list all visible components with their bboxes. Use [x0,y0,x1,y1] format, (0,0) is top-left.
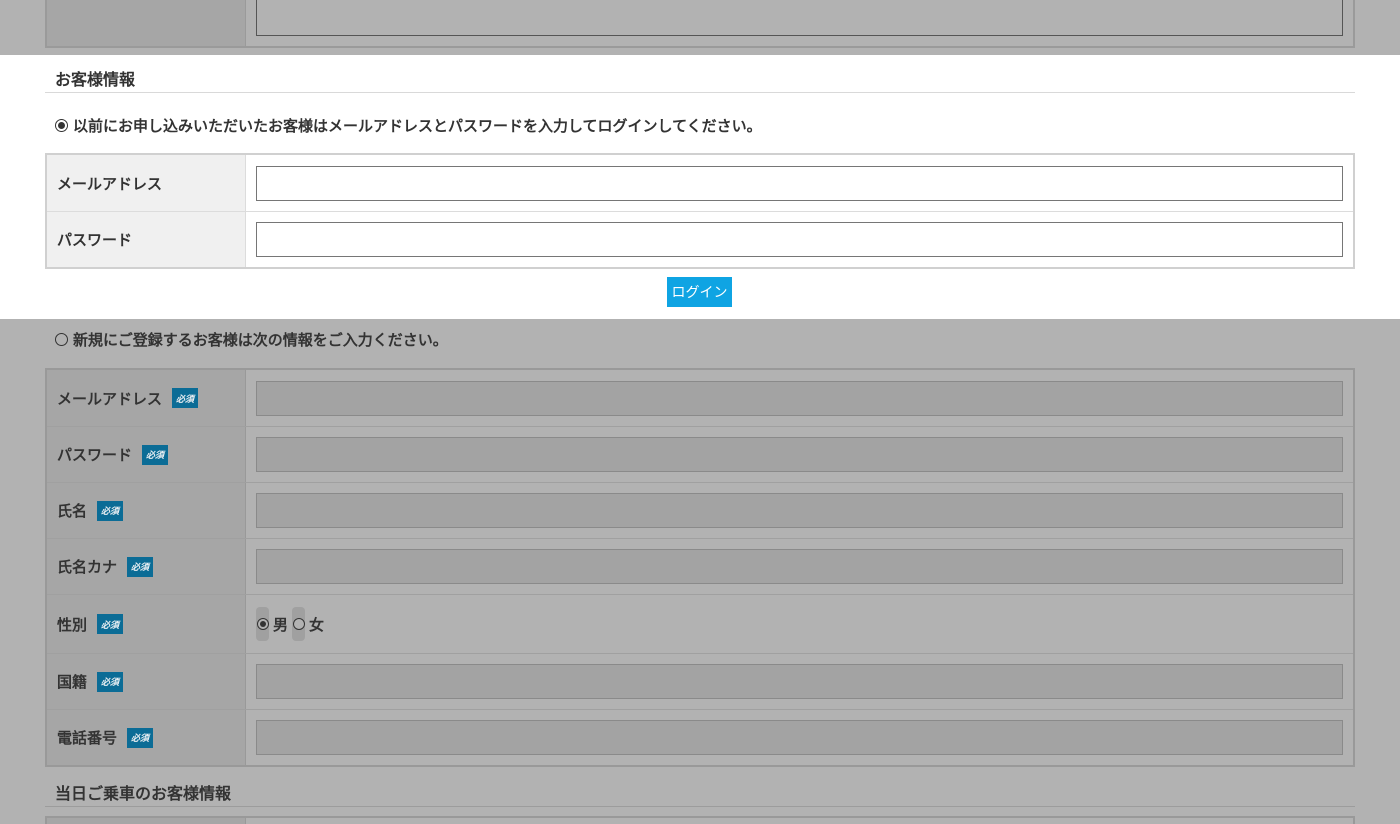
reg-password-row: パスワード 必須 [47,426,1353,482]
reg-name-kana-row: 氏名カナ 必須 [47,538,1353,594]
reg-gender-label: 性別 [57,615,88,634]
login-section: お客様情報 以前にお申し込みいただいたお客様はメールアドレスとパスワードを入力し… [0,55,1400,319]
reg-email-label-cell: メールアドレス 必須 [47,370,246,426]
reg-phone-cell [246,710,1353,765]
customer-info-divider [45,92,1355,93]
reg-email-cell [246,370,1353,426]
reg-name-kana-cell [246,539,1353,594]
reg-name-row: 氏名 必須 [47,482,1353,538]
booking-form-page: お客様情報 以前にお申し込みいただいたお客様はメールアドレスとパスワードを入力し… [0,0,1400,824]
login-password-cell [246,212,1353,267]
passenger-table-header-cell [47,818,246,824]
reg-name-kana-input[interactable] [256,549,1343,584]
reg-phone-label: 電話番号 [57,729,118,747]
reg-phone-label-cell: 電話番号 必須 [47,710,246,765]
login-option[interactable]: 以前にお申し込みいただいたお客様はメールアドレスとパスワードを入力してログインし… [55,115,762,136]
reg-password-label-cell: パスワード 必須 [47,427,246,482]
required-badge: 必須 [127,727,154,748]
reg-name-kana-label-cell: 氏名カナ 必須 [47,539,246,594]
gender-options: 男 女 [256,607,324,641]
required-badge: 必須 [172,388,199,408]
reg-phone-input[interactable] [256,720,1343,755]
reg-nationality-label: 国籍 [57,673,88,691]
login-email-row: メールアドレス [47,155,1353,211]
login-password-row: パスワード [47,211,1353,267]
reg-password-input[interactable] [256,437,1343,472]
register-option-label: 新規にご登録するお客様は次の情報をご入力ください。 [73,331,448,349]
registration-form-table: メールアドレス 必須 パスワード 必須 氏名 必須 氏名カナ 必須 性別 必須 … [45,368,1355,767]
login-option-label: 以前にお申し込みいただいたお客様はメールアドレスとパスワードを入力してログインし… [73,117,762,135]
gender-male-label[interactable]: 男 [273,614,288,635]
required-badge: 必須 [97,671,124,692]
reg-email-row: メールアドレス 必須 [47,370,1353,426]
login-email-cell [246,155,1353,211]
login-option-radio[interactable] [55,119,68,132]
reg-gender-cell: 男 女 [246,595,1353,653]
login-email-label: メールアドレス [47,155,246,211]
required-badge: 必須 [127,556,154,577]
reg-nationality-label-cell: 国籍 必須 [47,654,246,709]
reg-name-cell [246,483,1353,538]
login-password-input[interactable] [256,222,1343,257]
reg-name-label: 氏名 [57,502,88,520]
passenger-info-divider [45,806,1355,807]
gender-female-label[interactable]: 女 [309,614,324,635]
previous-table [45,0,1355,48]
gender-female-radio[interactable] [292,618,305,630]
previous-table-header-cell [47,0,246,46]
required-badge: 必須 [97,500,124,521]
gender-female-radio-wrap[interactable] [292,607,306,641]
reg-gender-label-cell: 性別 必須 [47,595,246,653]
reg-name-input[interactable] [256,493,1343,528]
reg-password-label: パスワード [57,446,133,464]
previous-section-remnant [0,0,1400,55]
reg-email-label: メールアドレス [57,389,163,408]
login-form-table: メールアドレス パスワード [45,153,1355,269]
reg-name-kana-label: 氏名カナ [57,558,118,576]
reg-name-label-cell: 氏名 必須 [47,483,246,538]
reg-gender-row: 性別 必須 男 女 [47,594,1353,653]
register-option[interactable]: 新規にご登録するお客様は次の情報をご入力ください。 [55,329,448,350]
customer-info-title: お客様情報 [55,70,136,89]
reg-password-cell [246,427,1353,482]
reg-nationality-cell [246,654,1353,709]
reg-phone-row: 電話番号 必須 [47,709,1353,765]
passenger-info-title: 当日ご乗車のお客様情報 [55,784,232,803]
previous-textarea[interactable] [256,0,1343,36]
gender-male-radio-wrap[interactable] [256,607,269,641]
reg-nationality-row: 国籍 必須 [47,653,1353,709]
reg-nationality-input[interactable] [256,664,1343,699]
passenger-table-stub [45,816,1355,824]
login-email-input[interactable] [256,165,1343,201]
registration-section: 新規にご登録するお客様は次の情報をご入力ください。 メールアドレス 必須 パスワ… [0,319,1400,824]
reg-email-input[interactable] [256,380,1343,416]
login-password-label: パスワード [47,212,246,267]
login-button[interactable]: ログイン [667,277,732,307]
register-option-radio[interactable] [55,333,68,346]
previous-table-data-cell [246,0,1353,46]
required-badge: 必須 [97,614,124,634]
gender-male-radio[interactable] [256,618,269,630]
required-badge: 必須 [142,444,169,465]
